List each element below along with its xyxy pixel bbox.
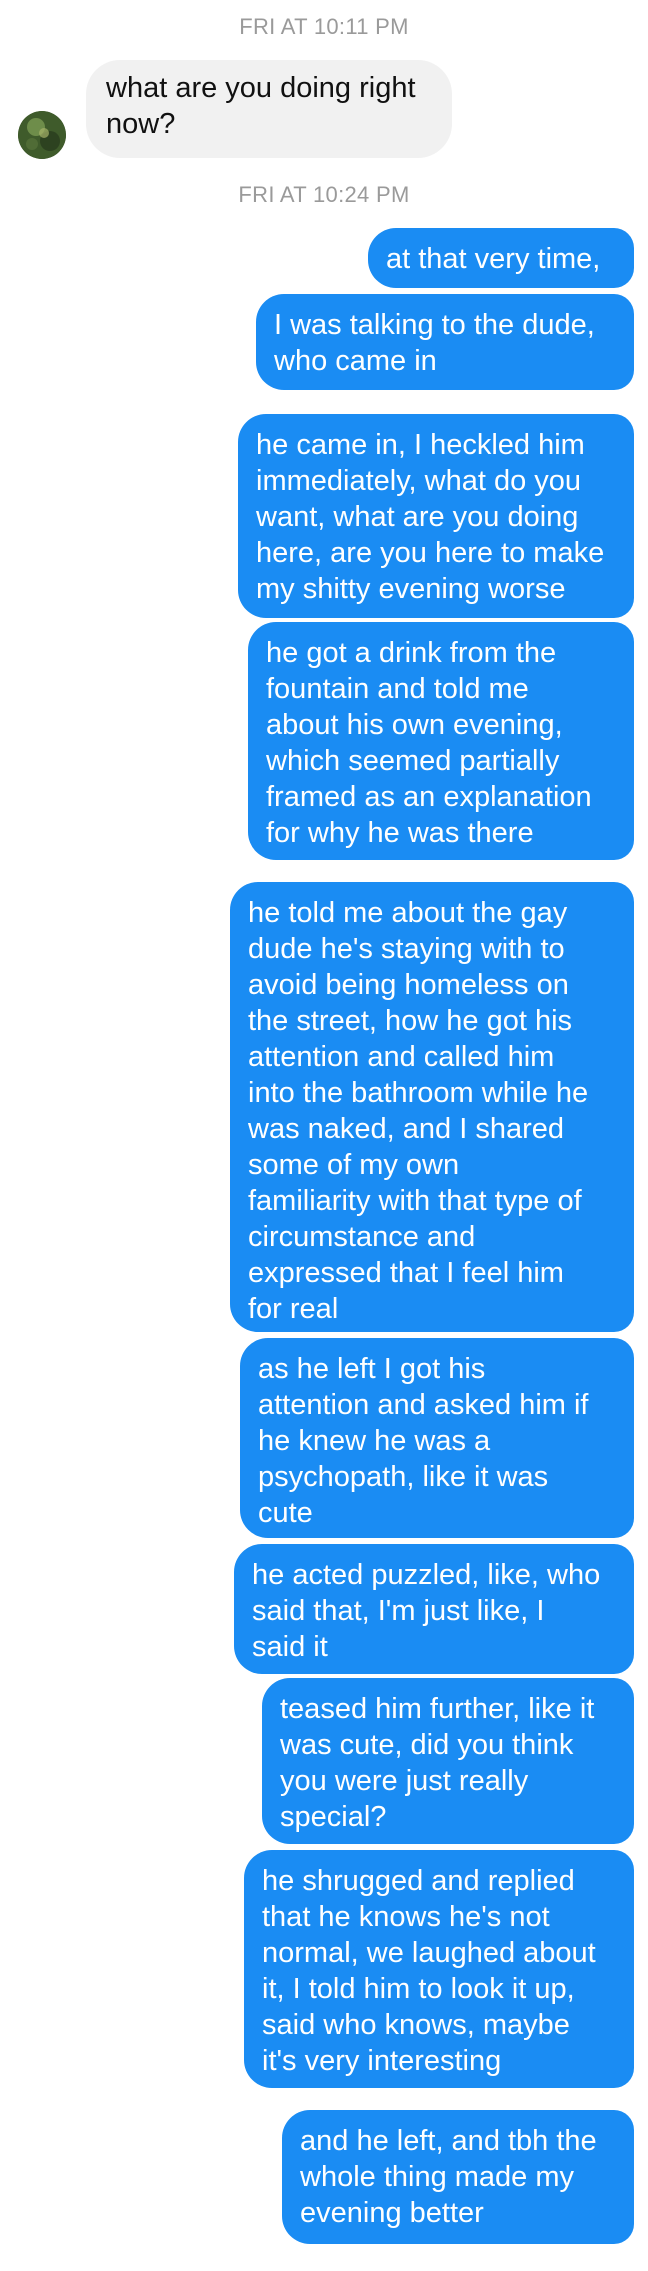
timestamp: FRI AT 10:11 PM (239, 14, 409, 39)
outgoing-message[interactable]: and he left, and tbh the whole thing mad… (282, 2110, 634, 2244)
outgoing-message[interactable]: he shrugged and replied that he knows he… (244, 1850, 634, 2088)
incoming-message[interactable]: what are you doing right now? (86, 60, 452, 158)
outgoing-message[interactable]: he got a drink from the fountain and tol… (248, 622, 634, 860)
outgoing-message[interactable]: he acted puzzled, like, who said that, I… (234, 1544, 634, 1674)
outgoing-message[interactable]: as he left I got his attention and asked… (240, 1338, 634, 1538)
contact-avatar[interactable] (18, 111, 66, 159)
timestamp: FRI AT 10:24 PM (238, 182, 410, 207)
outgoing-message[interactable]: I was talking to the dude, who came in (256, 294, 634, 390)
outgoing-message[interactable]: at that very time, (368, 228, 634, 288)
outgoing-message[interactable]: he came in, I heckled him immediately, w… (238, 414, 634, 618)
outgoing-message[interactable]: teased him further, like it was cute, di… (262, 1678, 634, 1844)
message-thread: FRI AT 10:11 PM what are you doing right… (0, 0, 648, 2271)
outgoing-message[interactable]: he told me about the gay dude he's stayi… (230, 882, 634, 1332)
avatar-photo-icon (18, 111, 66, 159)
